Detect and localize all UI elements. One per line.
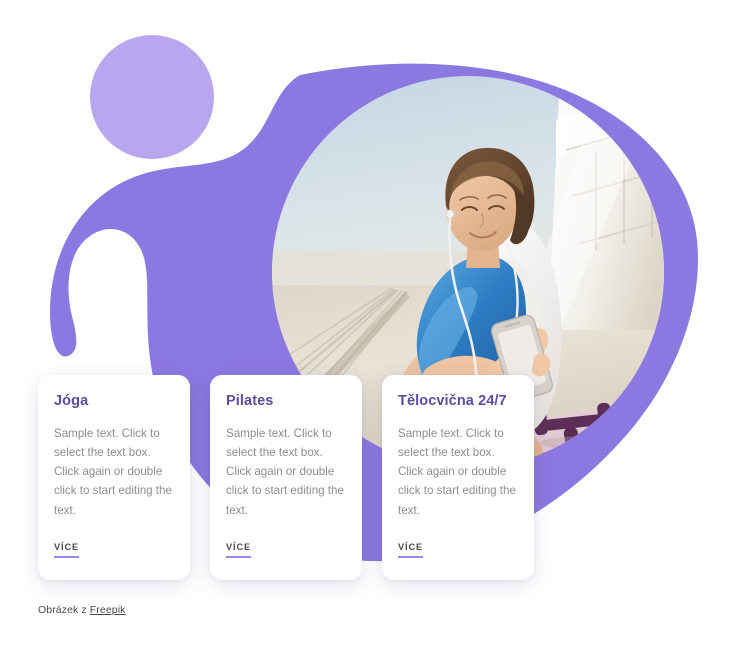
card-more-link[interactable]: VÍCE (54, 542, 80, 558)
image-credit: Obrázek z Freepik (38, 604, 126, 616)
page-root: Jóga Sample text. Click to select the te… (0, 0, 750, 655)
light-lavender-circle (90, 35, 214, 159)
card-title: Jóga (54, 393, 89, 409)
card-body: Sample text. Click to select the text bo… (398, 427, 516, 517)
card-more-link[interactable]: VÍCE (398, 542, 424, 558)
feature-card-pilates[interactable]: Pilates Sample text. Click to select the… (210, 375, 362, 580)
card-more-link[interactable]: VÍCE (226, 542, 252, 558)
image-credit-prefix: Obrázek z (38, 604, 90, 616)
feature-card-gym[interactable]: Tělocvična 24/7 Sample text. Click to se… (382, 375, 534, 580)
freepik-link[interactable]: Freepik (90, 604, 126, 616)
card-title: Tělocvična 24/7 (398, 393, 507, 409)
card-body: Sample text. Click to select the text bo… (54, 427, 172, 517)
card-body: Sample text. Click to select the text bo… (226, 427, 344, 517)
card-title: Pilates (226, 393, 274, 409)
feature-card-yoga[interactable]: Jóga Sample text. Click to select the te… (38, 375, 190, 580)
feature-cards-row: Jóga Sample text. Click to select the te… (38, 375, 716, 580)
